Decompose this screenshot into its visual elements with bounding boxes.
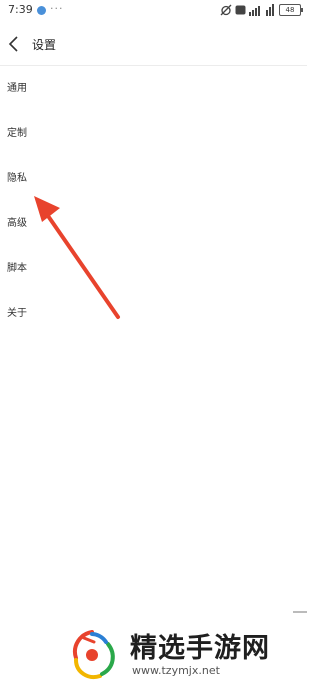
menu-item-script[interactable]: 脚本 [0, 246, 307, 286]
menu-item-label: 关于 [7, 308, 27, 319]
top-bar: 设置 [0, 28, 307, 60]
menu-item-label: 隐私 [7, 173, 27, 184]
menu-item-general[interactable]: 通用 [0, 66, 307, 106]
watermark: 精选手游网 www.tzymjx.net [58, 620, 304, 686]
menu-item-label: 脚本 [7, 263, 27, 274]
menu-item-custom[interactable]: 定制 [0, 111, 307, 151]
page-title: 设置 [32, 38, 57, 52]
menu-item-label: 高级 [7, 218, 27, 229]
menu-item-advanced[interactable]: 高级 [0, 201, 307, 241]
watermark-logo-icon [73, 630, 115, 679]
menu-item-privacy[interactable]: 隐私 [0, 156, 307, 196]
battery-icon: 48 [279, 4, 303, 16]
more-notifications-icon: ··· [50, 2, 64, 15]
nfc-icon [235, 5, 246, 15]
menu-item-label: 定制 [7, 128, 27, 139]
wifi-icon [266, 4, 274, 16]
menu-item-label: 通用 [7, 83, 27, 94]
status-bar: 7:39 ··· 48 [0, 0, 307, 22]
system-icons: 48 [220, 4, 303, 16]
alarm-off-icon [220, 4, 232, 16]
menu-item-about[interactable]: 关于 [0, 291, 307, 331]
back-arrow-icon[interactable] [6, 34, 22, 54]
scroll-indicator [293, 611, 307, 613]
signal-icon [249, 6, 260, 16]
status-time: 7:39 [8, 3, 33, 16]
watermark-title: 精选手游网 [130, 633, 270, 664]
watermark-url: www.tzymjx.net [132, 664, 220, 677]
cloud-sync-icon [37, 6, 46, 15]
